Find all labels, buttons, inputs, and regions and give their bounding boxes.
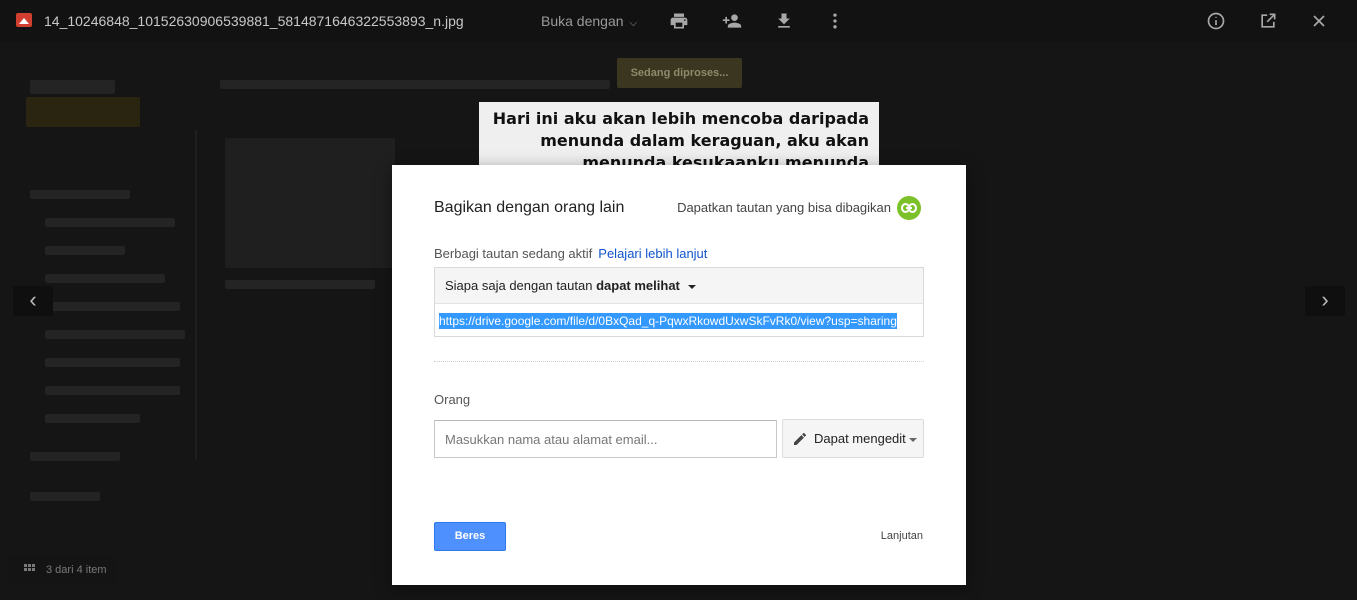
preview-image: Hari ini aku akan lebih mencoba daripada… xyxy=(479,102,879,166)
previous-arrow-icon[interactable]: ‹ xyxy=(13,286,53,316)
open-external-icon[interactable] xyxy=(1256,9,1280,33)
open-with-dropdown[interactable]: Buka dengan ⌵ xyxy=(541,13,637,29)
sidebar-item-dimmed xyxy=(30,492,100,501)
divider-dimmed xyxy=(195,130,197,460)
sidebar-item-dimmed xyxy=(45,358,180,367)
sidebar-item-dimmed xyxy=(45,386,180,395)
more-vert-icon[interactable] xyxy=(823,9,847,33)
file-name: 14_10246848_10152630906539881_5814871646… xyxy=(44,13,464,29)
file-thumbnail-dimmed xyxy=(225,138,395,268)
next-arrow-icon[interactable]: › xyxy=(1305,286,1345,316)
close-icon[interactable] xyxy=(1307,9,1331,33)
item-counter-label: 3 dari 4 item xyxy=(46,564,107,576)
sidebar-item-dimmed xyxy=(30,190,130,199)
link-icon[interactable] xyxy=(897,196,921,220)
sidebar-item-dimmed xyxy=(45,414,140,423)
sidebar-item-dimmed xyxy=(45,330,185,339)
caret-down-icon xyxy=(909,438,917,442)
download-icon[interactable] xyxy=(772,9,796,33)
pencil-icon xyxy=(794,432,807,445)
sidebar-item-dimmed xyxy=(45,274,165,283)
sidebar-item-dimmed xyxy=(30,452,120,461)
people-input[interactable] xyxy=(434,420,777,458)
add-person-icon[interactable] xyxy=(720,9,744,33)
drive-logo-dimmed xyxy=(30,80,115,94)
grid-icon xyxy=(24,564,36,576)
section-divider xyxy=(434,361,924,362)
item-counter[interactable]: 3 dari 4 item xyxy=(8,556,118,584)
access-level: dapat melihat xyxy=(596,278,680,293)
get-shareable-link[interactable]: Dapatkan tautan yang bisa dibagikan xyxy=(677,196,921,220)
caret-down-icon xyxy=(687,284,696,289)
preview-image-text: Hari ini aku akan lebih mencoba daripada… xyxy=(492,109,869,166)
breadcrumb-dimmed xyxy=(220,80,610,89)
advanced-link[interactable]: Lanjutan xyxy=(881,530,923,542)
sidebar-item-dimmed xyxy=(45,302,180,311)
link-settings-box: Siapa saja dengan tautan dapat melihat h… xyxy=(434,267,924,337)
share-url-field[interactable]: https://drive.google.com/file/d/0BxQad_q… xyxy=(435,304,923,336)
viewer-toolbar: 14_10246848_10152630906539881_5814871646… xyxy=(0,0,1357,42)
access-prefix: Siapa saja dengan tautan xyxy=(445,278,593,293)
permission-dropdown[interactable]: Dapat mengedit xyxy=(782,419,924,458)
print-icon[interactable] xyxy=(667,9,691,33)
new-button-dimmed xyxy=(26,97,140,127)
sidebar-item-dimmed xyxy=(45,246,125,255)
done-button[interactable]: Beres xyxy=(434,522,506,551)
info-icon[interactable] xyxy=(1204,9,1228,33)
people-label: Orang xyxy=(434,392,471,407)
link-access-dropdown[interactable]: Siapa saja dengan tautan dapat melihat xyxy=(435,268,923,304)
link-sharing-status-text: Berbagi tautan sedang aktif xyxy=(434,246,593,261)
open-with-label: Buka dengan xyxy=(541,13,624,29)
chevron-down-icon: ⌵ xyxy=(629,18,638,29)
processing-notice: Sedang diproses... xyxy=(617,58,742,88)
permission-label: Dapat mengedit xyxy=(814,431,906,446)
sidebar-item-dimmed xyxy=(45,218,175,227)
share-dialog: Bagikan dengan orang lain Dapatkan tauta… xyxy=(392,165,966,585)
link-sharing-status: Berbagi tautan sedang aktif Pelajari lebi… xyxy=(434,246,707,261)
file-name-dimmed xyxy=(225,280,375,289)
learn-more-link[interactable]: Pelajari lebih lanjut xyxy=(598,246,707,261)
dialog-title: Bagikan dengan orang lain xyxy=(434,199,625,216)
image-file-icon xyxy=(16,13,32,27)
get-link-label: Dapatkan tautan yang bisa dibagikan xyxy=(677,200,891,215)
share-url-text: https://drive.google.com/file/d/0BxQad_q… xyxy=(439,313,897,329)
